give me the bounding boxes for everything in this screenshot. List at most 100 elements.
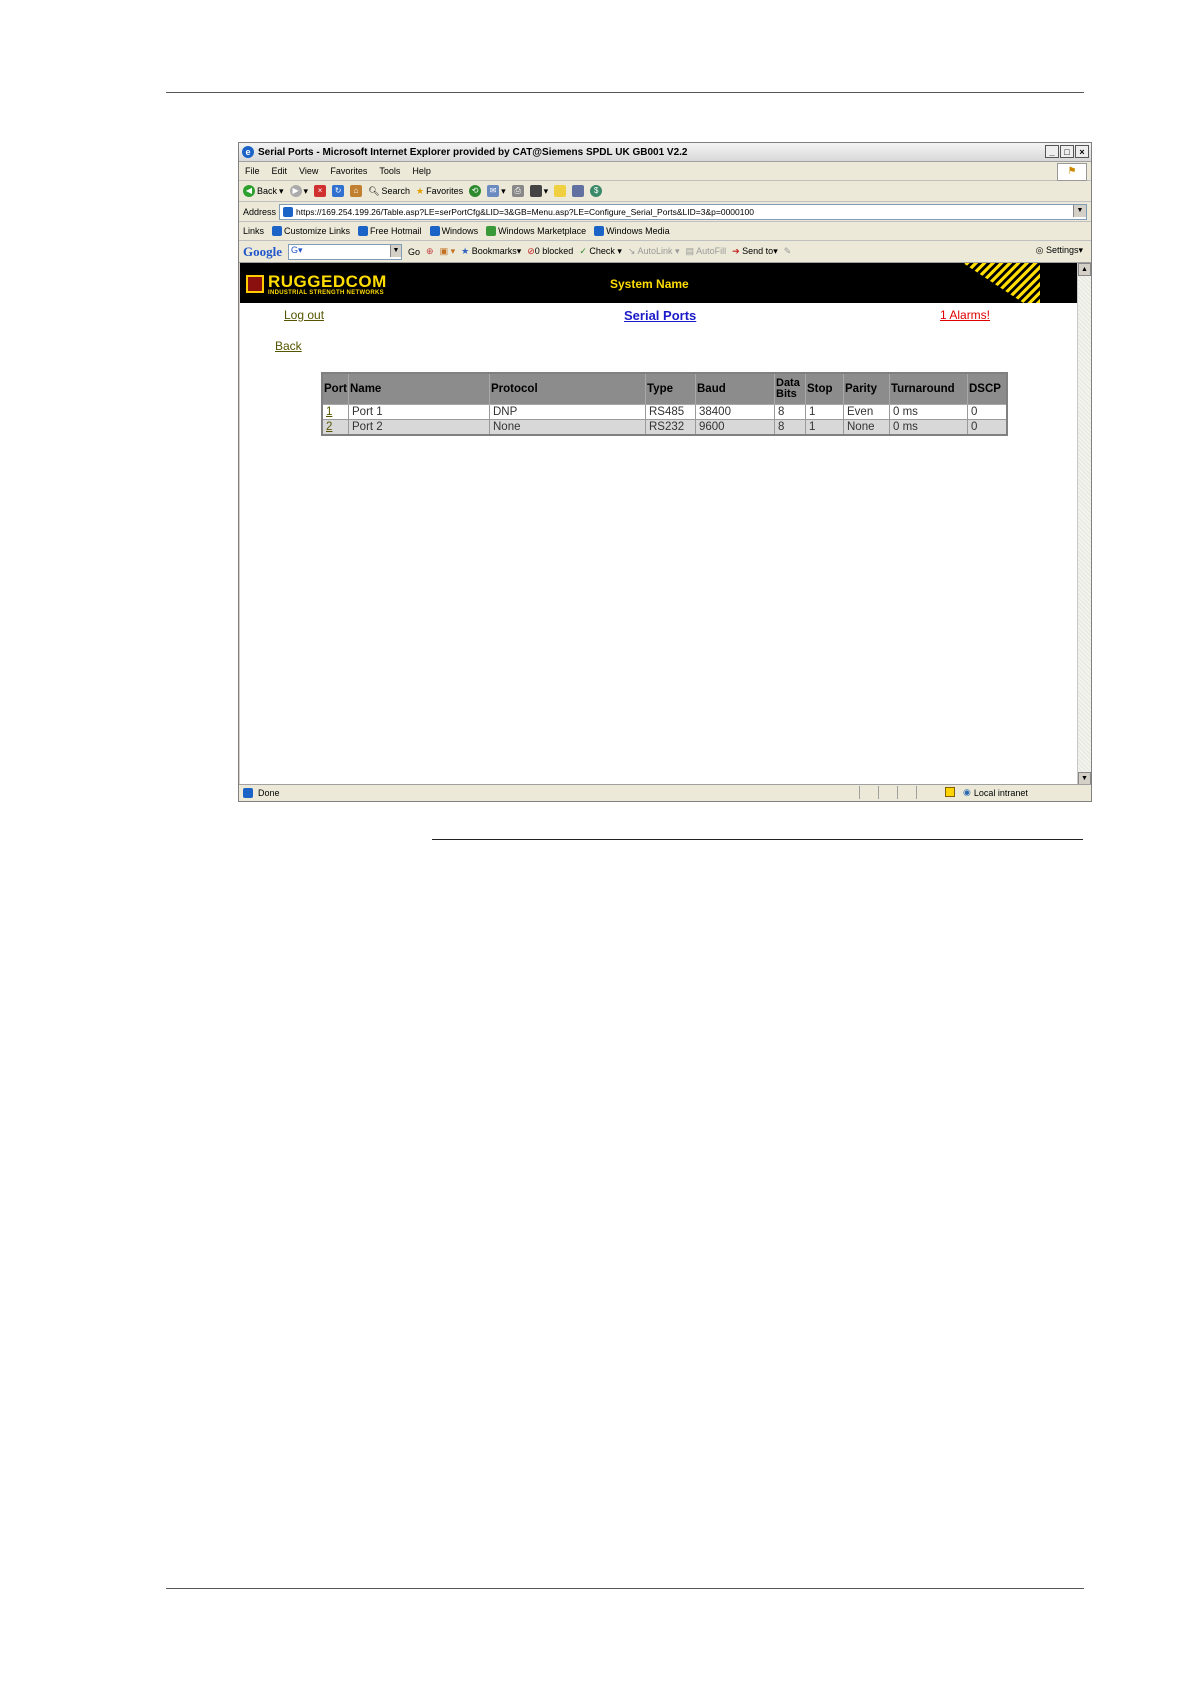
discuss-button[interactable] <box>554 185 567 197</box>
standard-toolbar: ◀ Back ▾ ▶ ▾ × ↻ ⌂ 🔍︎ Search ★ Favorites… <box>239 181 1091 202</box>
link-media-label: Windows Media <box>606 225 670 236</box>
section-rule <box>432 839 1083 840</box>
search-button[interactable]: 🔍︎ Search <box>368 186 410 197</box>
port-link[interactable]: 2 <box>326 421 332 433</box>
ie-page-icon <box>429 226 440 237</box>
send-to-button[interactable]: ➔ Send to▾ <box>732 246 778 257</box>
bookmarks-button[interactable]: ★ Bookmarks▾ <box>461 246 521 257</box>
windows-flag-icon: ⚑ <box>1057 163 1087 181</box>
logout-link[interactable]: Log out <box>284 308 324 322</box>
favorites-button-label: Favorites <box>426 186 464 196</box>
menu-help[interactable]: Help <box>412 166 431 176</box>
edit-button[interactable]: ▾ <box>529 185 548 197</box>
lock-icon[interactable] <box>945 787 955 797</box>
blocked-label: 0 blocked <box>534 246 574 256</box>
status-pane <box>897 786 916 799</box>
mail-icon: ✉ <box>487 185 500 197</box>
baud-cell: 9600 <box>695 419 775 436</box>
windows-icon <box>486 226 497 237</box>
research-button[interactable] <box>572 185 585 197</box>
google-dropdown-icon[interactable]: ▼ <box>390 244 401 257</box>
back-link[interactable]: Back <box>275 339 302 353</box>
link-windows[interactable]: Windows <box>429 226 478 237</box>
settings-icon: ◎ <box>1035 245 1044 255</box>
table-row: 2 Port 2 None RS232 9600 8 1 None 0 ms 0 <box>321 419 1008 436</box>
name-cell: Port 1 <box>348 404 490 420</box>
autolink-icon: ↘ <box>627 246 636 256</box>
status-pane <box>878 786 897 799</box>
port-link[interactable]: 1 <box>326 406 332 418</box>
scroll-up-icon[interactable]: ▲ <box>1078 263 1091 276</box>
highlight-icon[interactable]: ✎ <box>784 246 792 257</box>
menu-bar: File Edit View Favorites Tools Help <box>239 162 1091 181</box>
title-bar: e Serial Ports - Microsoft Internet Expl… <box>239 143 1091 162</box>
address-bar: Address https://169.254.199.26/Table.asp… <box>239 202 1091 222</box>
favorites-button[interactable]: ★ Favorites <box>416 186 463 197</box>
browser-window: e Serial Ports - Microsoft Internet Expl… <box>238 142 1092 802</box>
intranet-icon: ◉ <box>963 787 971 797</box>
print-button[interactable]: ⎙ <box>511 185 524 197</box>
status-text-group: Done <box>243 788 280 798</box>
mail-button[interactable]: ✉ ▾ <box>487 185 506 197</box>
address-label: Address <box>243 206 277 217</box>
links-bar: Links Customize Links Free Hotmail Windo… <box>239 222 1091 241</box>
link-customize[interactable]: Customize Links <box>272 226 350 237</box>
name-cell: Port 2 <box>348 419 490 436</box>
check-label: Check <box>589 246 615 256</box>
logo-tagline: INDUSTRIAL STRENGTH NETWORKS <box>268 290 384 296</box>
autofill-icon: ▤ <box>685 246 695 256</box>
messenger-button[interactable]: $ <box>590 185 603 197</box>
col-turnaround: Turnaround <box>889 372 968 405</box>
menu-view[interactable]: View <box>299 166 318 176</box>
address-input[interactable]: https://169.254.199.26/Table.asp?LE=serP… <box>279 203 1087 220</box>
google-pagerank-icon[interactable]: ⊕ <box>426 246 434 257</box>
forward-button[interactable]: ▶ ▾ <box>289 185 308 197</box>
menu-file[interactable]: File <box>245 166 260 176</box>
google-g-icon: G▾ <box>291 244 303 255</box>
google-search-input[interactable]: G▾ ▼ <box>288 243 402 260</box>
star-icon: ★ <box>461 246 470 256</box>
page-content: RUGGEDCOM INDUSTRIAL STRENGTH NETWORKS S… <box>240 263 1077 785</box>
protocol-cell: None <box>489 419 646 436</box>
back-button[interactable]: ◀ Back ▾ <box>243 185 284 197</box>
google-go-button[interactable]: Go <box>408 247 420 257</box>
link-hotmail[interactable]: Free Hotmail <box>358 226 422 237</box>
autofill-button[interactable]: ▤ AutoFill <box>686 246 727 257</box>
spell-check-button[interactable]: ✓ Check ▾ <box>579 246 622 257</box>
address-dropdown-icon[interactable]: ▼ <box>1073 204 1086 217</box>
maximize-button[interactable]: □ <box>1060 145 1074 158</box>
home-button[interactable]: ⌂ <box>350 185 363 197</box>
security-zone[interactable]: ◉ Local intranet <box>963 787 1028 798</box>
ie-page-icon <box>358 226 369 237</box>
blocked-icon: ⊘ <box>527 246 535 256</box>
baud-cell: 38400 <box>695 404 775 420</box>
popup-blocker-button[interactable]: ⊘0 blocked <box>527 246 573 257</box>
settings-button[interactable]: ◎ Settings▾ <box>1036 245 1083 256</box>
stop-button[interactable]: × <box>314 185 327 197</box>
google-toolbar: Google G▾ ▼ Go ⊕ ▣ ▾ ★ Bookmarks▾ ⊘0 blo… <box>239 241 1091 263</box>
page-title[interactable]: Serial Ports <box>624 308 696 323</box>
status-pane <box>859 786 878 799</box>
google-logo[interactable]: Google <box>243 244 282 260</box>
link-marketplace[interactable]: Windows Marketplace <box>486 226 586 237</box>
system-name: System Name <box>610 277 689 291</box>
menu-tools[interactable]: Tools <box>379 166 400 176</box>
port-cell: 2 <box>321 419 349 436</box>
close-button[interactable]: × <box>1075 145 1089 158</box>
bookmarks-label: Bookmarks <box>471 246 517 256</box>
col-parity: Parity <box>843 372 890 405</box>
history-button[interactable]: ⟲ <box>469 185 482 197</box>
refresh-button[interactable]: ↻ <box>332 185 345 197</box>
page-icon <box>283 206 294 217</box>
note-icon <box>554 185 567 197</box>
link-media[interactable]: Windows Media <box>594 226 670 237</box>
autolink-button[interactable]: ↘ AutoLink ▾ <box>628 246 680 257</box>
menu-favorites[interactable]: Favorites <box>330 166 367 176</box>
alarms-link[interactable]: 1 Alarms! <box>940 308 990 322</box>
search-button-label: Search <box>381 186 411 196</box>
menu-edit[interactable]: Edit <box>272 166 288 176</box>
banner: RUGGEDCOM INDUSTRIAL STRENGTH NETWORKS S… <box>240 263 1077 303</box>
vertical-scrollbar[interactable]: ▲ ▼ <box>1077 263 1091 785</box>
google-news-icon[interactable]: ▣ ▾ <box>440 246 456 257</box>
minimize-button[interactable]: _ <box>1045 145 1059 158</box>
